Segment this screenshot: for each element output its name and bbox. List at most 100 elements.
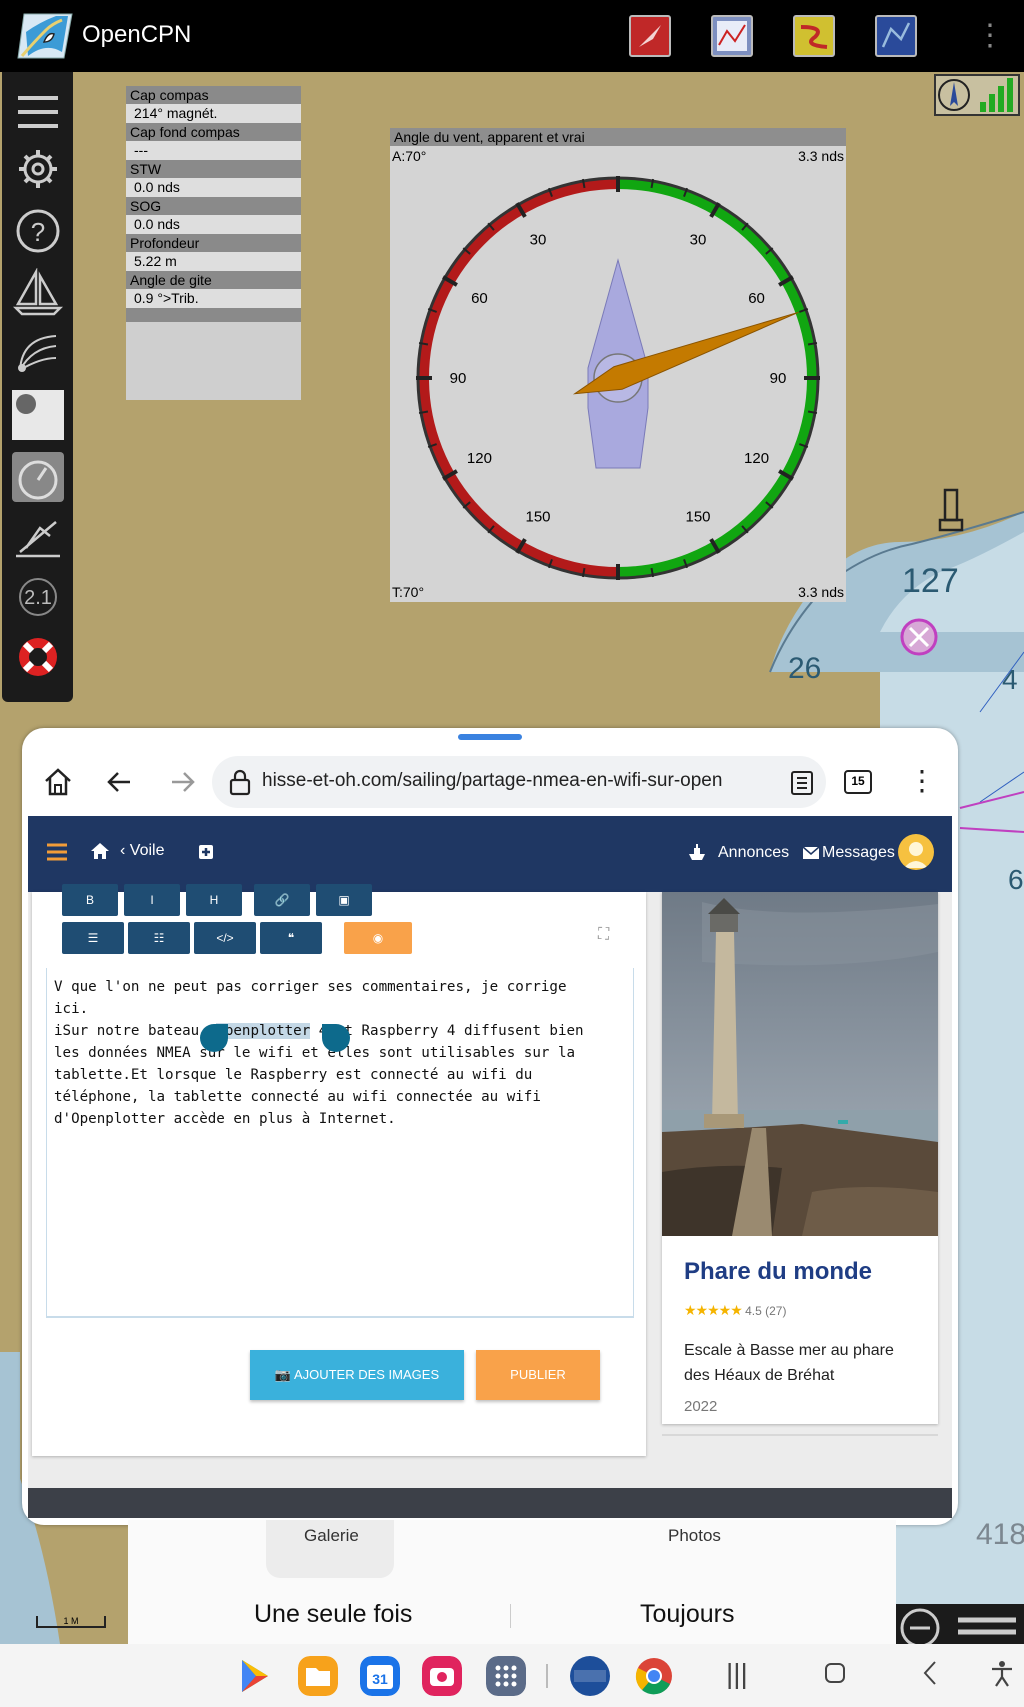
add-images-button[interactable]: 📷 AJOUTER DES IMAGES [250,1350,464,1400]
envelope-icon [802,846,820,859]
route-chart-icon[interactable] [12,512,64,562]
image-button[interactable]: ▣ [316,884,372,916]
spot-title[interactable]: Phare du monde [684,1258,872,1286]
meteo-marine-icon[interactable] [570,1656,610,1696]
site-header: ‹ Voile Annonces Messages [28,816,952,892]
chevron-left-icon: ‹ [120,842,130,859]
back-arrow-icon[interactable] [104,766,136,798]
accessibility-icon[interactable] [990,1660,1014,1688]
dial-label-port: 90 [450,370,467,387]
rating-value: 4.5 (27) [745,1304,787,1318]
italic-button[interactable]: I [124,884,180,916]
browser-menu-icon[interactable]: ⋮ [908,764,936,797]
instrument-value: 0.0 nds [126,178,301,197]
code-button[interactable]: </> [194,922,256,954]
instrument-value: 214° magnét. [126,104,301,123]
chart-quilt-button[interactable] [12,390,64,440]
back-nav-icon[interactable] [922,1660,938,1686]
ads-link[interactable]: Annonces [718,844,789,862]
reader-mode-icon[interactable] [790,770,814,796]
plus-square-icon[interactable] [198,844,214,860]
publish-button[interactable]: PUBLIER [476,1350,600,1400]
home-icon[interactable] [90,842,110,860]
bold-button[interactable]: B [62,884,118,916]
route-manager-button[interactable] [711,15,753,57]
browser-popup-window: hisse-et-oh.com/sailing/partage-nmea-en-… [22,728,958,1525]
dial-label-starboard: 60 [748,290,765,307]
selection-handle-start[interactable] [200,1024,228,1052]
depth-sounding: 26 [788,652,822,685]
depth-sounding: 6 [1008,864,1024,895]
instrument-value: --- [126,141,301,160]
always-button[interactable]: Toujours [640,1600,735,1629]
numbered-list-button[interactable]: ☷ [128,922,190,954]
avatar[interactable] [898,834,934,870]
play-store-icon[interactable] [234,1656,274,1696]
chooser-option-gallery[interactable]: Galerie [304,1526,359,1546]
bullet-list-button[interactable]: ☰ [62,922,124,954]
comment-editor-card: B I H 🔗 ▣ ☰ ☷ </> ❝ ◉ ⛶ V que l'on ne pe… [32,884,646,1456]
instrument-label: Profondeur [126,234,301,252]
add-images-label: AJOUTER DES IMAGES [293,1367,440,1382]
compass-tool-button[interactable] [629,15,671,57]
track-button[interactable] [793,15,835,57]
calendar-icon[interactable]: 31 [360,1656,400,1696]
gear-icon[interactable] [12,144,64,194]
gps-status-indicator[interactable] [934,74,1020,116]
left-toolbar: ? 2.1 [2,72,73,702]
chooser-option-photos[interactable]: Photos [668,1526,721,1546]
spot-card[interactable]: Phare du monde ★★★★★ 4.5 (27) Escale à B… [662,892,938,1424]
lock-icon [229,769,251,796]
chrome-icon[interactable] [634,1656,674,1696]
link-button[interactable]: 🔗 [254,884,310,916]
hamburger-menu-icon[interactable] [12,86,64,136]
overflow-menu-icon[interactable]: ⋮ [975,18,1005,54]
url-text[interactable]: hisse-et-oh.com/sailing/partage-nmea-en-… [262,770,782,792]
help-icon[interactable]: ? [12,206,64,256]
address-bar[interactable]: hisse-et-oh.com/sailing/partage-nmea-en-… [212,756,826,808]
quote-button[interactable]: ❝ [260,922,322,954]
breadcrumb-voile[interactable]: ‹ Voile [120,842,164,860]
hamburger-menu-icon[interactable] [46,842,68,862]
heading-button[interactable]: H [186,884,242,916]
instrument-value: 0.0 nds [126,215,301,234]
zoom-level-icon[interactable]: 2.1 [12,572,64,622]
tab-count-button[interactable]: 15 [844,770,872,794]
messages-link[interactable]: Messages [822,844,895,862]
camera-app-icon[interactable] [422,1656,462,1696]
wind-dial: 30 30 60 60 90 90 120 120 150 150 [416,176,820,580]
track-icon [800,25,828,49]
files-icon[interactable] [298,1656,338,1696]
fullscreen-icon[interactable]: ⛶ [598,926,609,944]
rating-stars-icon: ★★★★★ [684,1302,743,1318]
gps-signal-icon [938,78,1013,112]
compass-needle-icon [639,25,661,47]
forward-arrow-icon[interactable] [166,766,198,798]
dashboard-gauge-icon[interactable] [12,452,64,502]
dial-label-port: 150 [525,509,550,526]
opencpn-logo-icon [17,13,73,59]
preview-button[interactable]: ◉ [344,922,412,954]
route-create-button[interactable] [875,15,917,57]
lifebuoy-mob-icon[interactable] [12,632,64,682]
tide-current-icon[interactable] [12,328,64,378]
instrument-spacer [126,308,301,322]
home-nav-icon[interactable] [824,1662,846,1684]
dock-divider [546,1664,548,1688]
zoom-out-icon[interactable] [896,1604,1024,1648]
recent-apps-icon[interactable]: ||| [726,1658,748,1690]
comment-text[interactable]: V que l'on ne peut pas corriger ses comm… [54,976,624,1130]
popup-drag-handle[interactable] [458,734,522,740]
sailboat-icon[interactable] [12,268,64,318]
boat-icon [689,844,705,860]
selection-handle-end[interactable] [322,1024,350,1052]
spot-year: 2022 [684,1398,718,1415]
depth-sounding: 127 [902,562,959,600]
app-drawer-icon[interactable] [486,1656,526,1696]
selected-text: Openplotter [216,1023,311,1039]
home-icon[interactable] [42,766,74,798]
lighthouse-photo [662,892,938,1236]
instrument-label: Angle de gite [126,271,301,289]
just-once-button[interactable]: Une seule fois [254,1600,412,1629]
route-create-icon [881,22,911,48]
